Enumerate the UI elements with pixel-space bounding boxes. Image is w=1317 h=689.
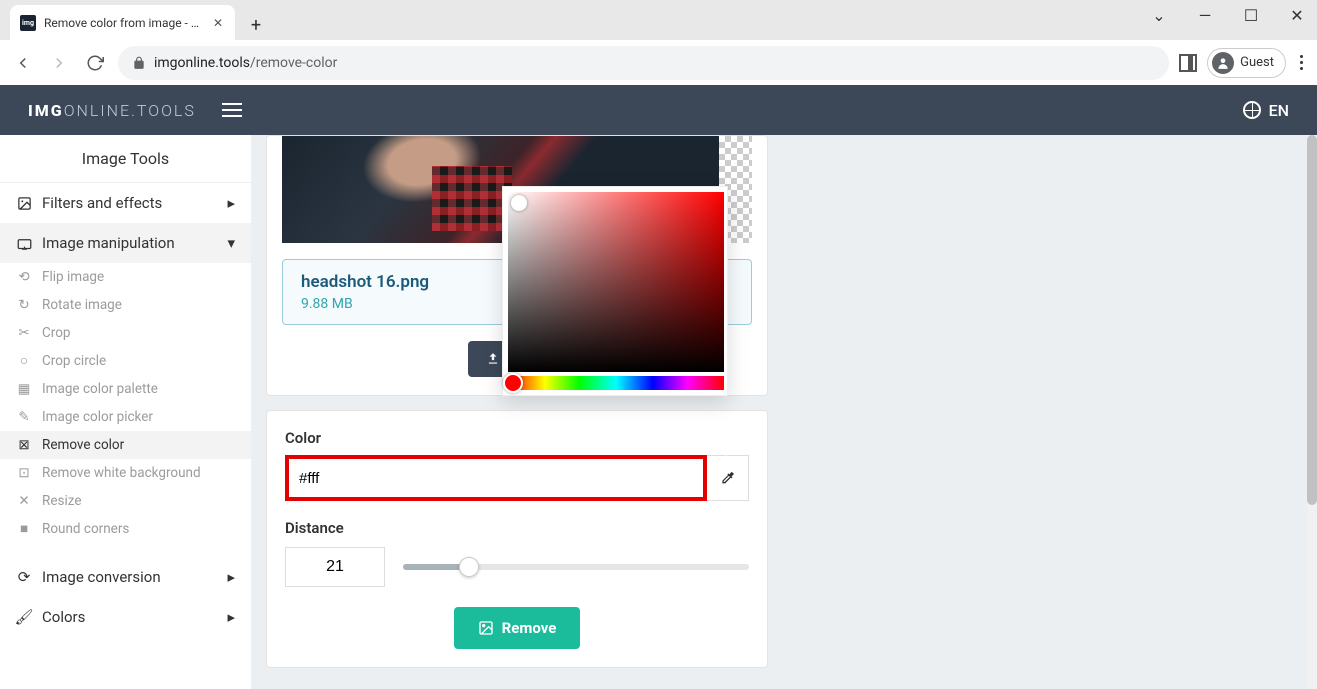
lock-icon: [132, 56, 146, 70]
chevron-down-icon: ▾: [227, 234, 235, 252]
tab-bar: img Remove color from image - onlin ✕ + …: [0, 0, 1317, 40]
address-bar: imgonline.tools/remove-color Guest: [0, 40, 1317, 85]
flip-icon: ⟲: [16, 269, 32, 285]
sv-cursor[interactable]: [511, 195, 527, 211]
distance-input[interactable]: [285, 547, 385, 587]
sidebar-sub-remove-color[interactable]: ⊠Remove color: [0, 431, 251, 459]
eyedropper-icon: ✎: [16, 409, 32, 425]
color-input-row: [285, 455, 749, 501]
sidebar-sub-crop-circle[interactable]: ○Crop circle: [0, 347, 251, 375]
hue-slider[interactable]: [508, 376, 724, 390]
upload-icon: [486, 352, 500, 366]
reload-button[interactable]: [82, 50, 108, 76]
circle-icon: ○: [16, 353, 32, 369]
hamburger-menu-button[interactable]: [222, 103, 242, 117]
distance-slider[interactable]: [403, 564, 749, 570]
forward-button[interactable]: [46, 50, 72, 76]
distance-label: Distance: [285, 519, 749, 537]
url-field[interactable]: imgonline.tools/remove-color: [118, 46, 1169, 80]
brush-icon: 🖌: [16, 608, 32, 626]
globe-icon: [1243, 101, 1261, 119]
color-label: Color: [285, 429, 749, 447]
window-controls: ⌄ — ☐ ✕: [1145, 6, 1311, 25]
sidebar-sub-palette[interactable]: ▦Image color palette: [0, 375, 251, 403]
sidebar-sub-round[interactable]: ■Round corners: [0, 515, 251, 543]
site-header: IMGONLINE.TOOLS EN: [0, 85, 1317, 135]
menu-button[interactable]: [1296, 51, 1307, 74]
close-window-button[interactable]: ✕: [1283, 6, 1311, 25]
back-button[interactable]: [10, 50, 36, 76]
eyedropper-icon: [720, 470, 736, 486]
tab-title: Remove color from image - onlin: [44, 16, 203, 30]
sidebar-sub-rotate[interactable]: ↻Rotate image: [0, 291, 251, 319]
remove-color-icon: ⊠: [16, 437, 32, 453]
sidebar-item-conversion[interactable]: ⟳ Image conversion ▸: [0, 557, 251, 597]
form-card: Color Distance Remove: [266, 410, 768, 668]
saturation-value-area[interactable]: [508, 192, 724, 372]
language-selector[interactable]: EN: [1243, 101, 1289, 120]
convert-icon: ⟳: [16, 568, 32, 586]
chevron-down-icon[interactable]: ⌄: [1145, 6, 1173, 25]
sidebar-sub-flip[interactable]: ⟲Flip image: [0, 263, 251, 291]
color-picker-popup: [502, 186, 728, 396]
chevron-right-icon: ▸: [227, 608, 235, 626]
slider-thumb[interactable]: [459, 557, 479, 577]
minimize-button[interactable]: —: [1191, 6, 1219, 25]
page-scrollbar[interactable]: [1307, 135, 1317, 689]
brand-logo[interactable]: IMGONLINE.TOOLS: [28, 101, 196, 120]
chevron-right-icon: ▸: [227, 194, 235, 212]
avatar-icon: [1212, 52, 1234, 74]
sidebar-item-colors[interactable]: 🖌 Colors ▸: [0, 597, 251, 637]
sidebar-sub-crop[interactable]: ✂Crop: [0, 319, 251, 347]
resize-icon: ✕: [16, 493, 32, 509]
favicon-icon: img: [20, 15, 36, 31]
sidebar: Image Tools Filters and effects ▸ Image …: [0, 135, 252, 689]
rotate-icon: ↻: [16, 297, 32, 313]
sidebar-item-manipulation[interactable]: Image manipulation ▾: [0, 223, 251, 263]
color-input[interactable]: [285, 455, 707, 501]
new-tab-button[interactable]: +: [241, 10, 271, 40]
crop-icon: [16, 236, 32, 251]
profile-button[interactable]: Guest: [1207, 48, 1286, 78]
hue-cursor[interactable]: [503, 373, 523, 393]
chevron-right-icon: ▸: [227, 568, 235, 586]
sidebar-item-filters[interactable]: Filters and effects ▸: [0, 183, 251, 223]
close-tab-button[interactable]: ✕: [211, 14, 225, 32]
maximize-button[interactable]: ☐: [1237, 6, 1265, 25]
main-layout: Image Tools Filters and effects ▸ Image …: [0, 135, 1317, 689]
image-action-icon: [478, 620, 494, 636]
browser-tab[interactable]: img Remove color from image - onlin ✕: [10, 5, 235, 40]
remove-white-icon: ⊡: [16, 465, 32, 481]
color-picker-button[interactable]: [707, 455, 749, 501]
distance-row: [285, 547, 749, 587]
url-text: imgonline.tools/remove-color: [154, 55, 337, 71]
round-corners-icon: ■: [16, 521, 32, 537]
remove-button[interactable]: Remove: [454, 607, 581, 649]
image-icon: [16, 196, 32, 211]
sidebar-title: Image Tools: [0, 135, 251, 183]
content-area: headshot 16.png 9.88 MB Select Color Dis…: [252, 135, 1317, 689]
sidebar-sub-remove-white[interactable]: ⊡Remove white background: [0, 459, 251, 487]
palette-icon: ▦: [16, 381, 32, 397]
crop-tool-icon: ✂: [16, 325, 32, 341]
sidebar-sub-picker[interactable]: ✎Image color picker: [0, 403, 251, 431]
side-panel-button[interactable]: [1179, 54, 1197, 72]
scrollbar-thumb[interactable]: [1307, 135, 1317, 505]
sidebar-sub-resize[interactable]: ✕Resize: [0, 487, 251, 515]
browser-chrome: img Remove color from image - onlin ✕ + …: [0, 0, 1317, 85]
